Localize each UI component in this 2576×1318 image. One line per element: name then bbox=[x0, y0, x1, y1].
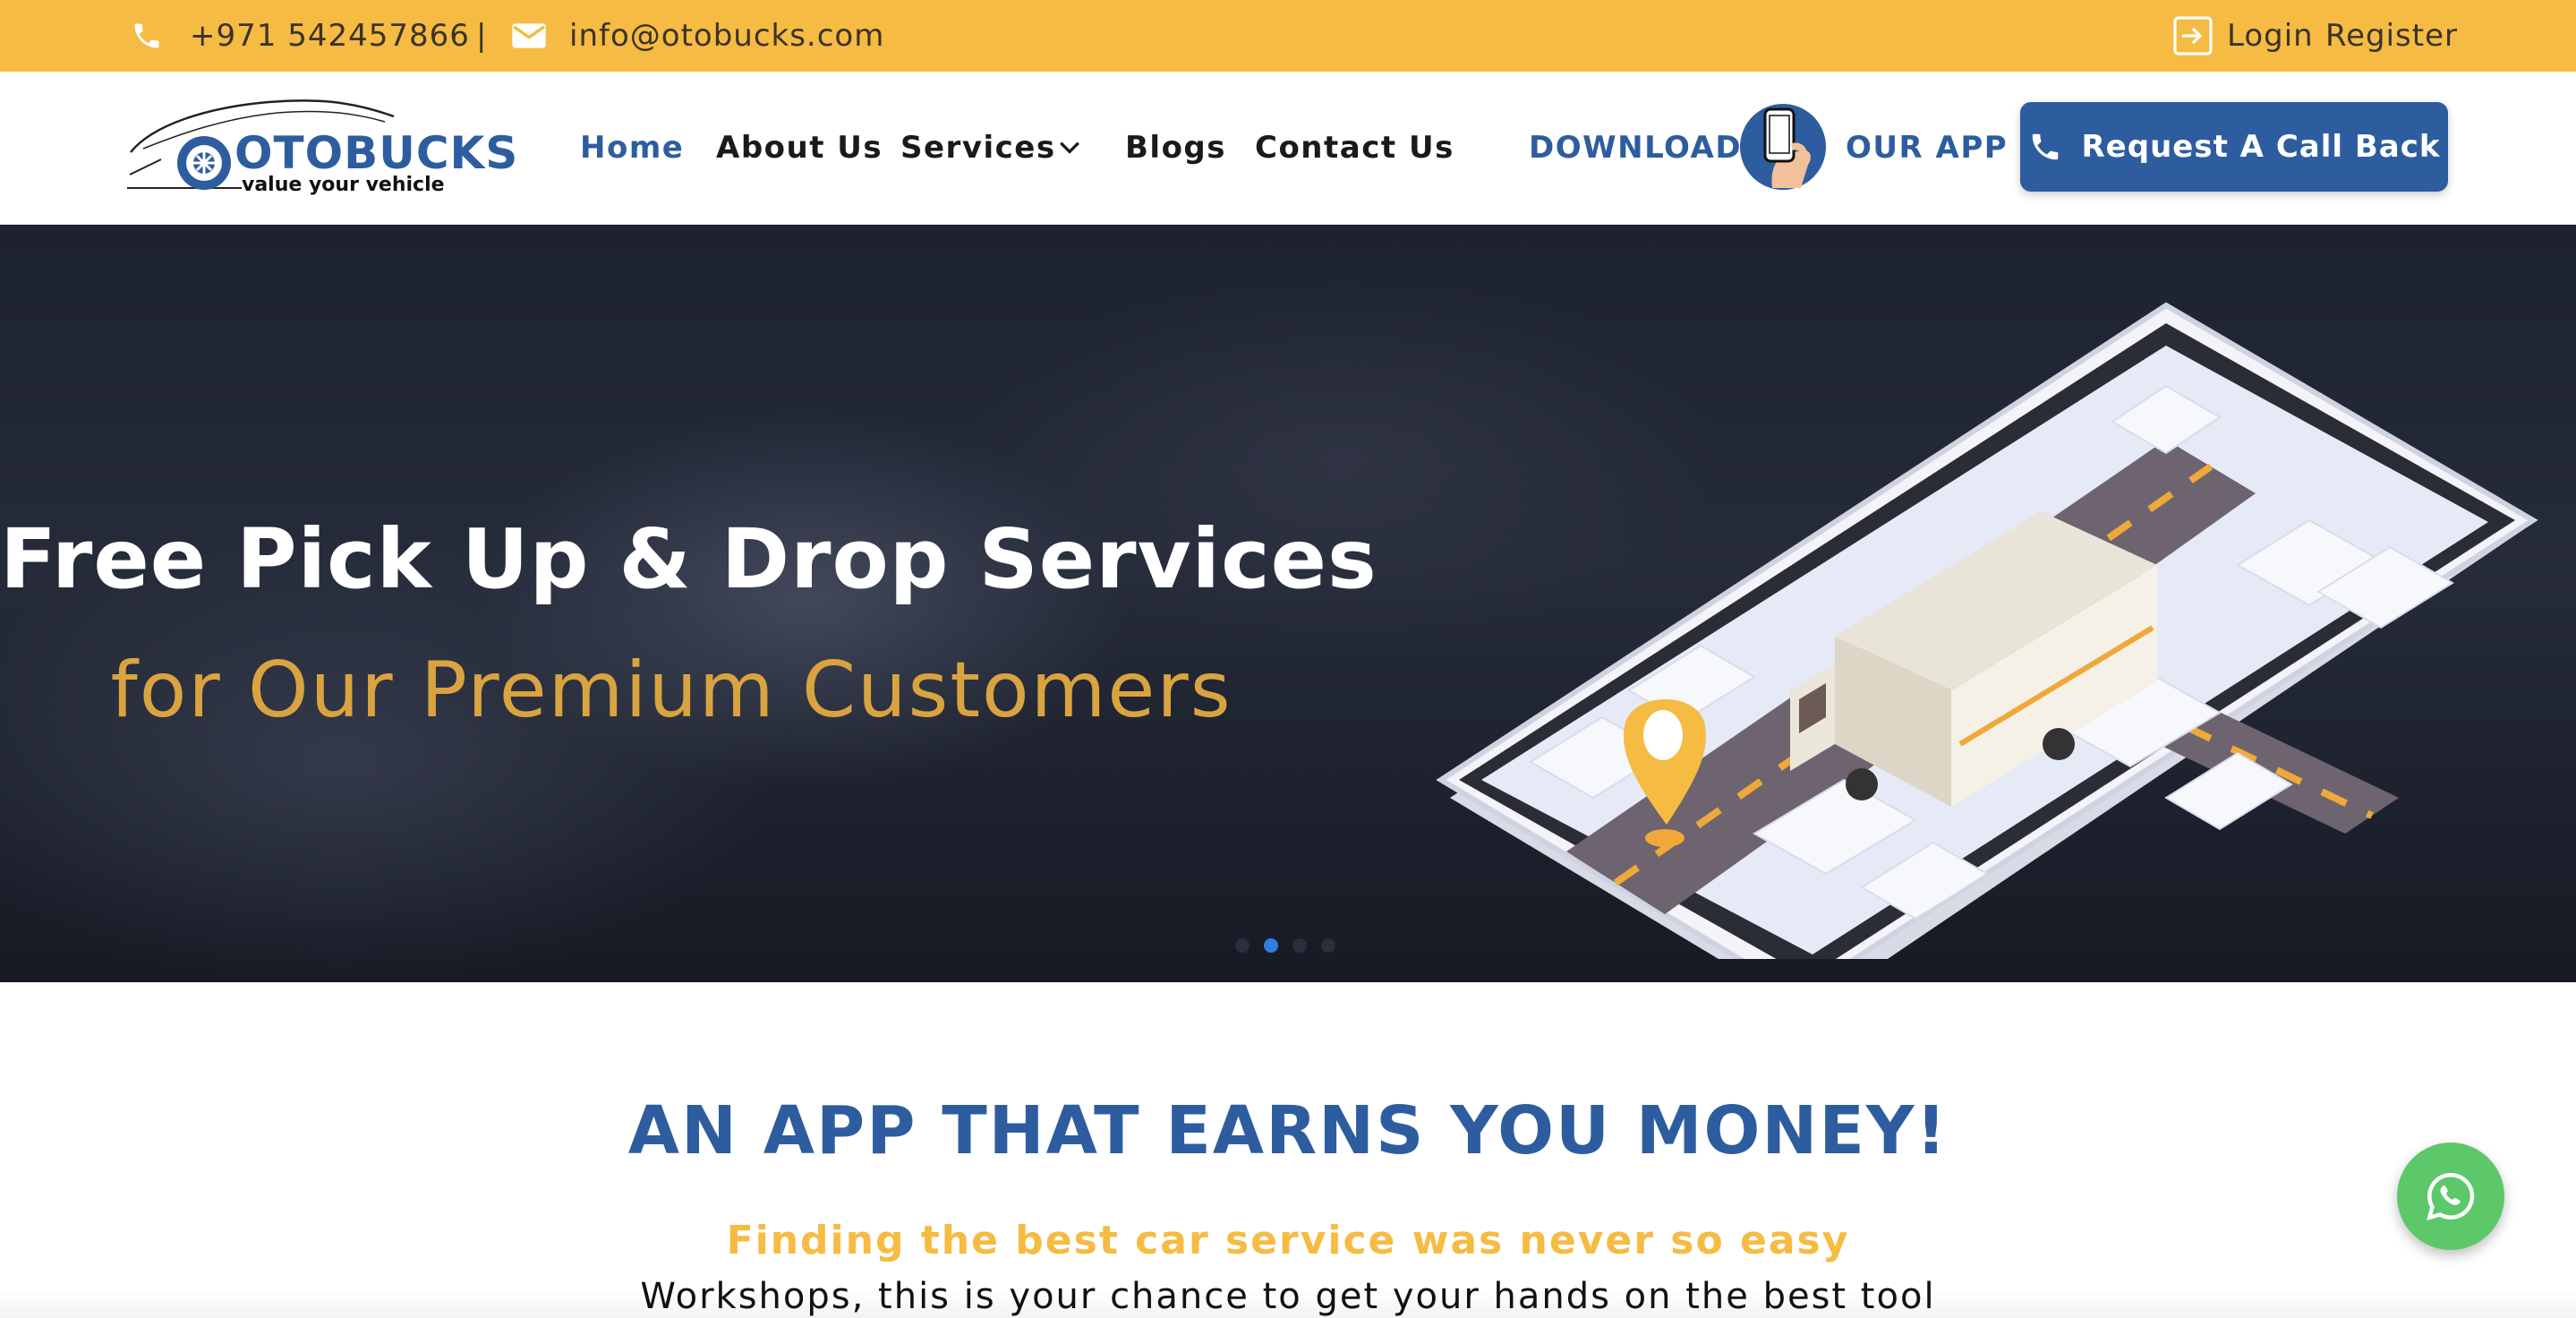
slider-dot-3[interactable] bbox=[1292, 938, 1307, 953]
logo-tagline: value your vehicle bbox=[242, 174, 445, 196]
phone-in-hand-icon[interactable] bbox=[1738, 102, 1828, 195]
phone-with-truck-illustration bbox=[1436, 302, 2538, 959]
logo-wordmark: OTOBUCKS bbox=[235, 127, 519, 179]
nav-about-us[interactable]: About Us bbox=[716, 125, 883, 170]
callback-label[interactable]: Request A Call Back bbox=[2082, 129, 2441, 165]
slider-dot-1[interactable] bbox=[1235, 938, 1250, 953]
login-link[interactable]: Login bbox=[2171, 0, 2314, 72]
email-address[interactable]: info@otobucks.com bbox=[569, 18, 884, 54]
download-label[interactable]: DOWNLOAD bbox=[1529, 125, 1742, 170]
section-body-text: Workshops, this is your chance to get yo… bbox=[640, 1276, 1936, 1317]
hero-slider[interactable]: Free Pick Up & Drop Services for Our Pre… bbox=[0, 225, 2576, 982]
section-subtitle: Finding the best car service was never s… bbox=[726, 1218, 1850, 1263]
topbar-separator: | bbox=[476, 0, 486, 72]
separator-text: | bbox=[476, 18, 487, 54]
mail-icon bbox=[510, 21, 548, 51]
nav-home[interactable]: Home bbox=[580, 125, 684, 170]
whatsapp-button[interactable] bbox=[2397, 1143, 2504, 1250]
our-app-label[interactable]: OUR APP bbox=[1846, 125, 2008, 170]
nav-contact-us[interactable]: Contact Us bbox=[1255, 125, 1454, 170]
register-link[interactable]: Register bbox=[2325, 0, 2458, 72]
login-icon bbox=[2171, 14, 2214, 57]
slider-dot-4[interactable] bbox=[1321, 938, 1335, 953]
whatsapp-icon bbox=[2424, 1169, 2478, 1223]
chevron-down-icon[interactable] bbox=[1058, 138, 1081, 159]
top-contact-bar: +971 542457866 | info@otobucks.com Login… bbox=[0, 0, 2576, 72]
login-label[interactable]: Login bbox=[2227, 18, 2314, 54]
slider-dot-2[interactable] bbox=[1264, 938, 1278, 953]
hero-subtitle: for Our Premium Customers bbox=[110, 646, 1233, 735]
section-title: AN APP THAT EARNS YOU MONEY! bbox=[627, 1092, 1949, 1169]
hero-title: Free Pick Up & Drop Services bbox=[0, 511, 1378, 607]
request-callback-button[interactable]: Request A Call Back bbox=[2020, 102, 2448, 192]
phone-number[interactable]: +971 542457866 bbox=[190, 18, 470, 54]
phone-icon bbox=[131, 20, 163, 52]
register-label[interactable]: Register bbox=[2325, 18, 2458, 54]
otobucks-logo[interactable]: OTOBUCKS value your vehicle bbox=[125, 90, 517, 206]
phone-contact[interactable]: +971 542457866 bbox=[131, 0, 470, 72]
email-contact[interactable]: info@otobucks.com bbox=[510, 0, 884, 72]
slider-dots bbox=[1235, 938, 1335, 953]
nav-services[interactable]: Services bbox=[900, 125, 1056, 170]
phone-icon bbox=[2028, 130, 2062, 164]
nav-blogs[interactable]: Blogs bbox=[1125, 125, 1226, 170]
